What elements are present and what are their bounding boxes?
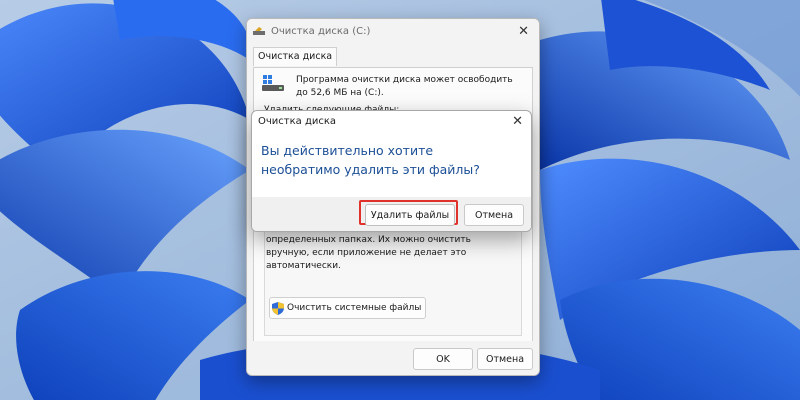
main-titlebar[interactable]: Очистка диска (C:) ✕	[247, 19, 539, 45]
intro-text: Программа очистки диска может освободить…	[296, 75, 513, 98]
disk-cleanup-icon	[253, 27, 265, 35]
dialog-titlebar[interactable]: Очистка диска ✕	[252, 111, 531, 133]
tab-strip: Очистка диска	[253, 47, 338, 66]
close-icon[interactable]: ✕	[518, 25, 529, 38]
drive-icon	[262, 75, 284, 91]
main-footer: OK Отмена	[247, 341, 539, 375]
dialog-cancel-button[interactable]: Отмена	[464, 204, 524, 226]
main-cancel-button[interactable]: Отмена	[477, 348, 533, 370]
confirm-delete-dialog: Очистка диска ✕ Вы действительно хотите …	[251, 110, 532, 232]
dialog-title: Очистка диска	[258, 116, 337, 127]
delete-files-button[interactable]: Удалить файлы	[365, 204, 455, 226]
clean-system-files-label: Очистить системные файлы	[287, 303, 422, 313]
ok-button[interactable]: OK	[413, 348, 473, 370]
confirm-question: Вы действительно хотите необратимо удали…	[261, 143, 480, 177]
description-text: определенных папках. Их можно очистить в…	[266, 235, 471, 271]
tab-disk-cleanup[interactable]: Очистка диска	[253, 47, 338, 66]
uac-shield-icon	[272, 301, 284, 315]
dialog-close-icon[interactable]: ✕	[512, 115, 523, 128]
main-window-title: Очистка диска (C:)	[271, 26, 371, 37]
clean-system-files-button[interactable]: Очистить системные файлы	[269, 297, 427, 319]
dialog-footer: Удалить файлы Отмена	[252, 197, 531, 231]
